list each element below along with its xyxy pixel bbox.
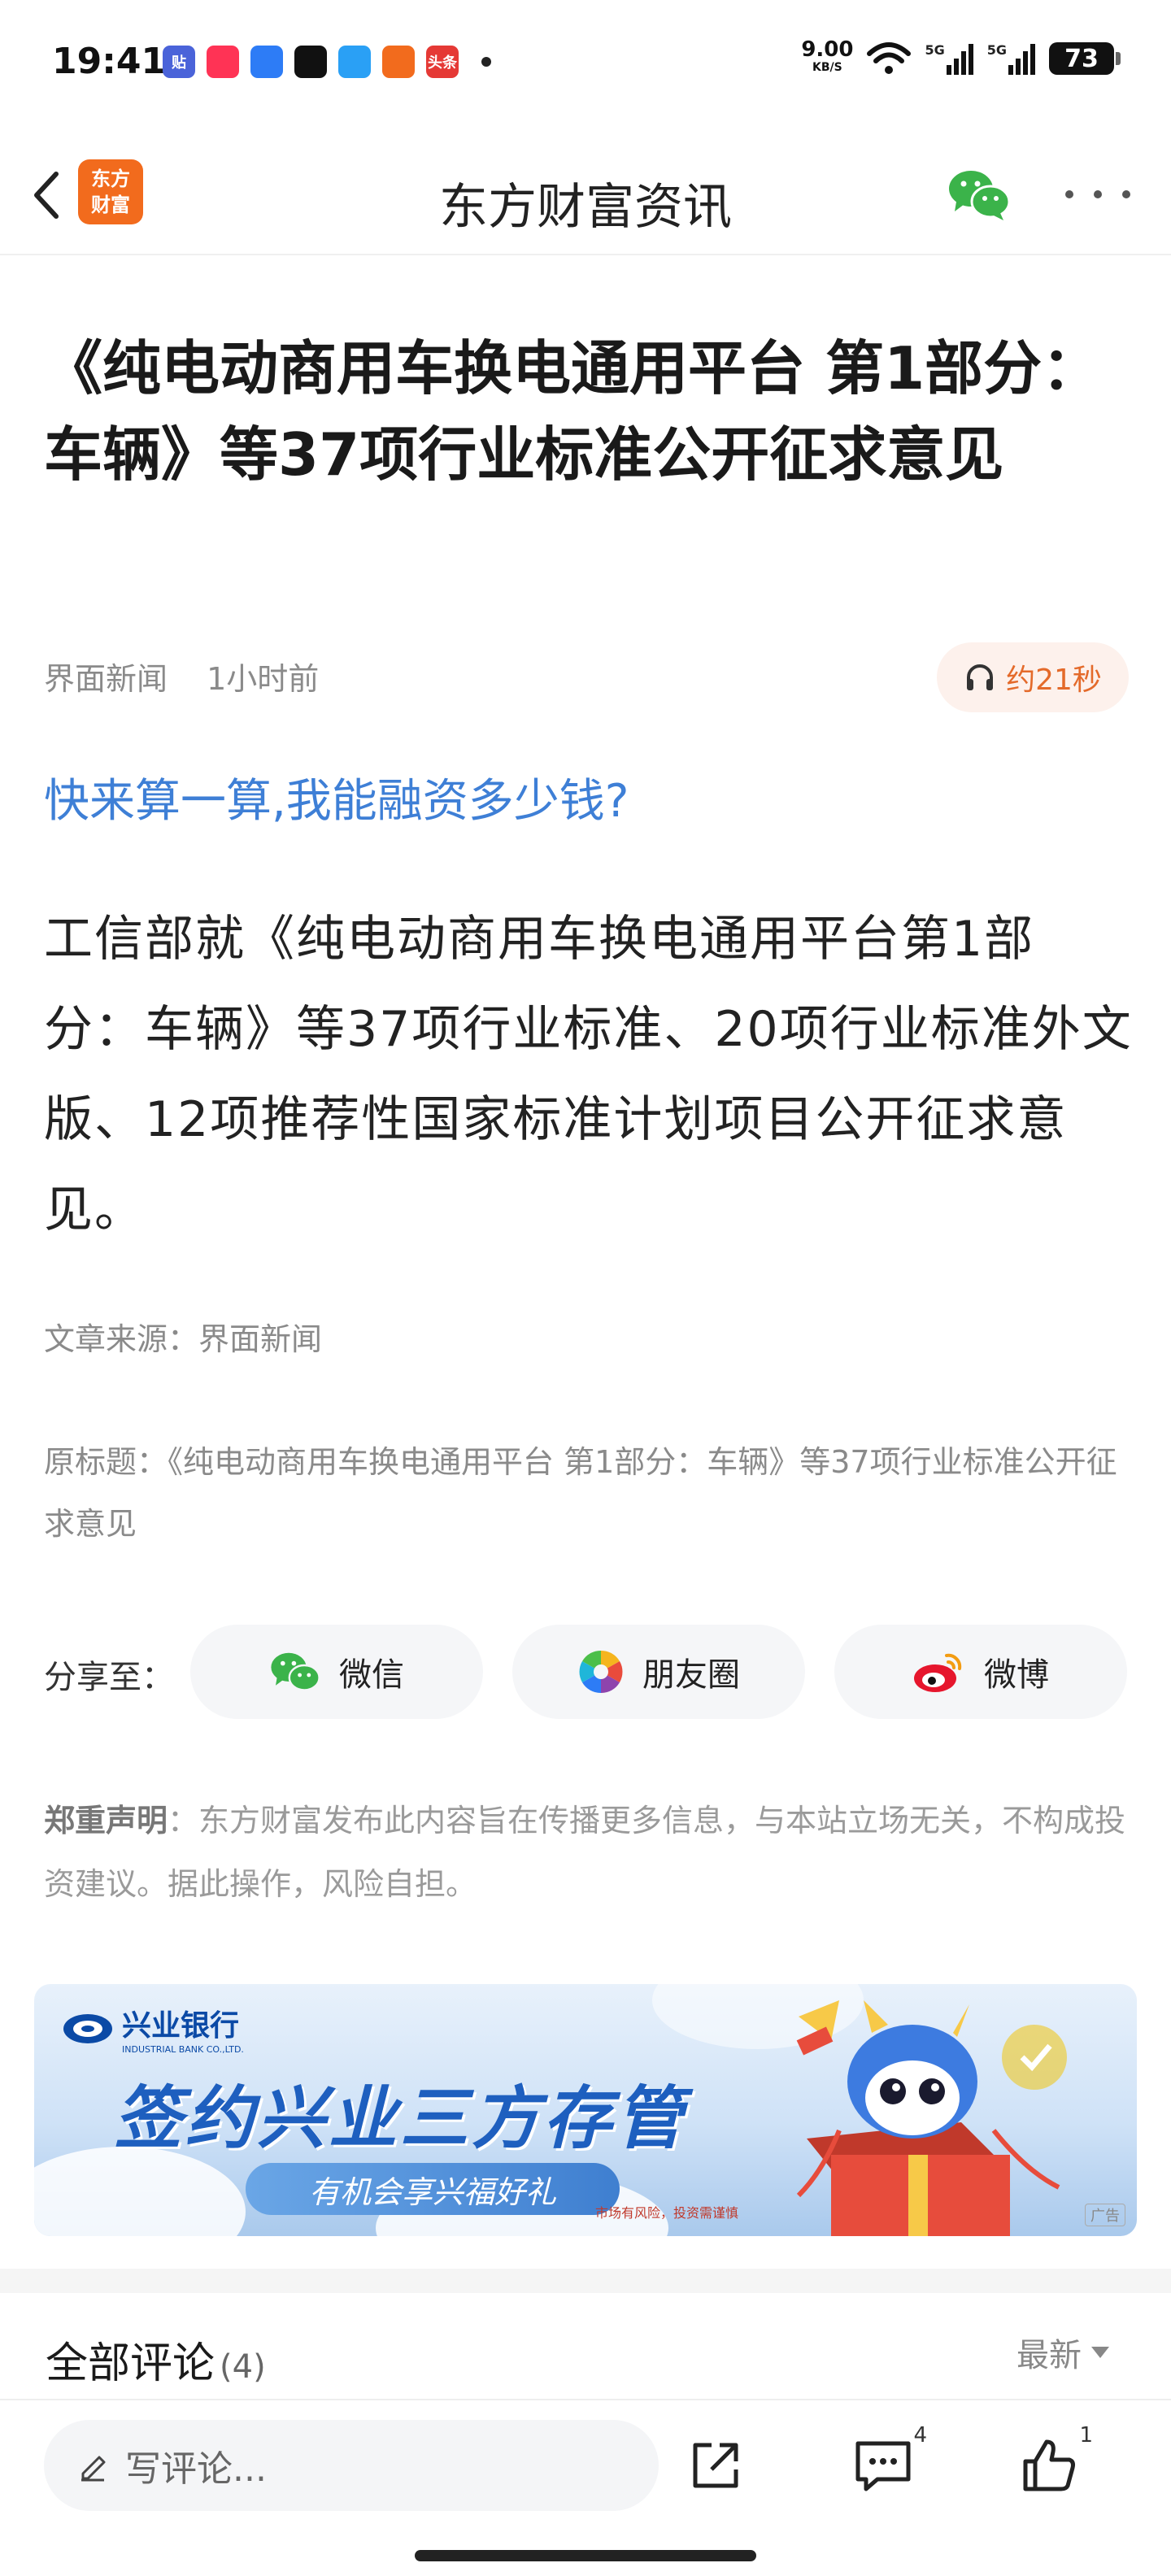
disclaimer-text: ：东方财富发布此内容旨在传播更多信息，与本站立场无关，不构成投资建议。据此操作，… <box>44 1803 1126 1902</box>
more-icon-dot <box>1065 190 1073 198</box>
comments-header: 全部评论 (4) <box>46 2329 266 2390</box>
caret-down-icon <box>1091 2347 1109 2358</box>
listen-button[interactable]: 约21秒 <box>937 642 1129 712</box>
more-icon-dot <box>1094 190 1102 198</box>
toutiao-icon: 头条 <box>426 46 459 78</box>
share-wechat-label: 微信 <box>339 1656 404 1694</box>
like-button[interactable]: 1 <box>1016 2423 1093 2498</box>
signal-bars-icon <box>946 44 973 75</box>
nav-divider <box>0 254 1171 255</box>
financing-promo-link[interactable]: 快来算一算,我能融资多少钱? <box>44 764 629 830</box>
more-icon-dot <box>1122 190 1130 198</box>
sort-dropdown[interactable]: 最新 <box>1016 2329 1109 2376</box>
status-time: 19:41 <box>52 41 167 82</box>
comment-count-badge: 4 <box>913 2423 927 2448</box>
section-divider <box>0 2269 1171 2293</box>
article-source-line: 文章来源：界面新闻 <box>44 1321 323 1357</box>
notification-icons: 贴 头条 <box>163 46 491 78</box>
comment-input-placeholder: 写评论... <box>125 2448 267 2490</box>
disclaimer: 郑重声明：东方财富发布此内容旨在传播更多信息，与本站立场无关，不构成投资建议。据… <box>44 1789 1134 1916</box>
article-time: 1小时前 <box>207 661 320 697</box>
share-external-icon <box>693 2443 738 2488</box>
tieba-icon: 贴 <box>163 46 195 78</box>
signal-2-label: 5G <box>986 42 1007 58</box>
sort-label: 最新 <box>1016 2337 1082 2374</box>
headphones-icon <box>967 664 994 690</box>
banner-risk-notice: 市场有风险，投资需谨慎 <box>595 2205 739 2221</box>
weibo-icon <box>914 1653 962 1692</box>
share-moments-button[interactable]: 朋友圈 <box>512 1625 805 1719</box>
banner-subline: 有机会享兴福好礼 <box>246 2163 620 2215</box>
bank-emblem-icon <box>63 2013 112 2043</box>
tiktok-icon <box>294 46 327 78</box>
comments-title: 全部评论 <box>46 2339 215 2388</box>
article-source[interactable]: 界面新闻 <box>44 661 168 697</box>
article-meta: 界面新闻 1小时前 <box>44 654 348 698</box>
ad-label: 广告 <box>1085 2204 1125 2226</box>
battery-indicator: 73 <box>1049 42 1121 75</box>
more-button[interactable] <box>1065 174 1130 215</box>
wifi-icon <box>867 42 912 74</box>
browser-icon <box>338 46 371 78</box>
moments-icon <box>579 1650 623 1694</box>
share-moments-label: 朋友圈 <box>642 1656 740 1694</box>
bank-name-en: INDUSTRIAL BANK CO.,LTD. <box>122 2044 244 2055</box>
pencil-icon <box>81 2456 106 2482</box>
wechat-icon <box>271 1652 320 1691</box>
signal-bars-icon <box>1008 44 1035 75</box>
nav-bar: 东方财富 东方财富资讯 <box>0 146 1171 244</box>
comment-icon <box>855 2441 911 2491</box>
video-player-icon <box>250 46 283 78</box>
signal-2: 5G <box>987 42 1036 75</box>
comment-input[interactable]: 写评论... <box>44 2420 659 2511</box>
more-notifications-dot <box>481 57 491 67</box>
bank-ad-banner[interactable]: 兴业银行 INDUSTRIAL BANK CO.,LTD. 签约兴业三方存管 有… <box>34 1984 1137 2236</box>
bank-name: 兴业银行 <box>122 2009 240 2043</box>
like-count-badge: 1 <box>1079 2423 1093 2448</box>
listen-duration: 约21秒 <box>1006 664 1102 697</box>
network-speed: 9.00 KB/S <box>801 39 853 76</box>
status-right: 9.00 KB/S 5G 5G 73 <box>801 39 1121 76</box>
original-title: 原标题：《纯电动商用车换电通用平台 第1部分：车辆》等37项行业标准公开征求意见 <box>44 1444 1117 1542</box>
share-wechat-button[interactable]: 微信 <box>190 1625 483 1719</box>
signal-1: 5G <box>925 42 973 75</box>
status-bar: 19:41 贴 头条 9.00 KB/S 5G 5G 73 <box>0 0 1171 130</box>
disclaimer-heading: 郑重声明 <box>44 1803 168 1838</box>
send-icon <box>382 46 415 78</box>
dragon-mascot-gift-icon <box>796 2000 1067 2236</box>
wechat-share-button[interactable] <box>947 166 1012 223</box>
signal-1-label: 5G <box>925 42 945 58</box>
share-weibo-button[interactable]: 微博 <box>834 1625 1127 1719</box>
home-indicator[interactable] <box>415 2550 756 2561</box>
music-icon <box>207 46 239 78</box>
industrial-bank-logo: 兴业银行 INDUSTRIAL BANK CO.,LTD. <box>62 2002 244 2055</box>
share-label: 分享至： <box>44 1659 174 1696</box>
share-weibo-label: 微博 <box>984 1656 1049 1694</box>
thumbs-up-icon <box>1023 2439 1075 2491</box>
comments-button[interactable]: 4 <box>851 2423 927 2498</box>
banner-slogan: 签约兴业三方存管 <box>114 2078 687 2158</box>
article-body: 工信部就《纯电动商用车换电通用平台第1部分：车辆》等37项行业标准、20项行业标… <box>44 911 1133 1238</box>
comments-count: (4) <box>220 2348 266 2386</box>
article-title: 《纯电动商用车换电通用平台 第1部分：车辆》等37项行业标准公开征求意见 <box>44 334 1101 489</box>
bottom-action-bar: 写评论... 4 1 <box>0 2399 1171 2576</box>
share-button[interactable] <box>683 2433 748 2498</box>
wechat-icon <box>949 171 1011 220</box>
